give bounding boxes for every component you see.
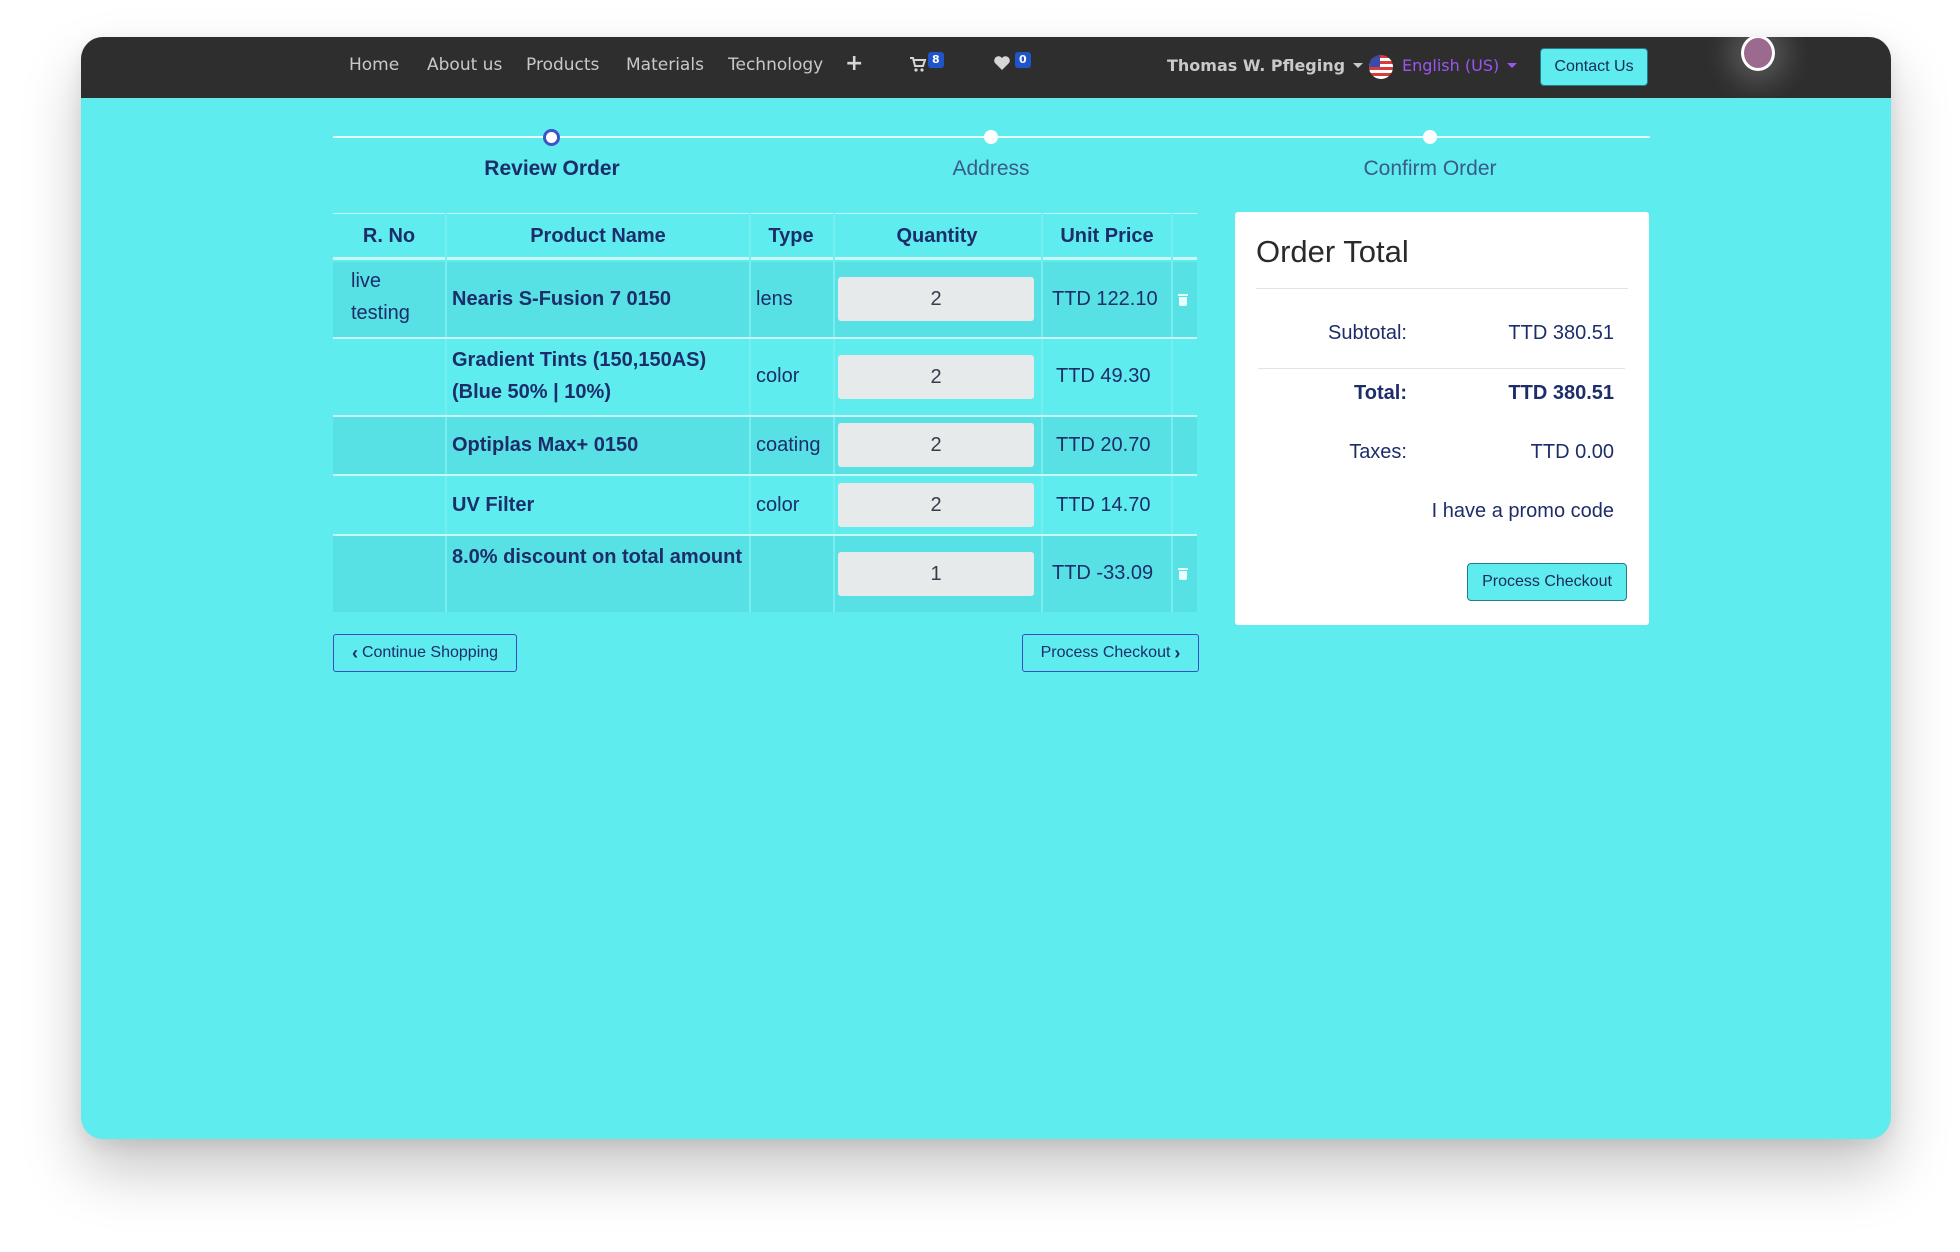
step-address: Address (952, 157, 1030, 180)
order-total-card: Order Total Subtotal: TTD 380.51 Total: … (1235, 212, 1649, 625)
quantity-input[interactable]: 1 (838, 552, 1034, 596)
quantity-input[interactable]: 2 (838, 423, 1034, 467)
subtotal-value: TTD 380.51 (1508, 322, 1614, 344)
heart-icon[interactable] (993, 55, 1011, 75)
header-r-no: R. No (362, 224, 416, 247)
card-divider (1258, 368, 1625, 369)
chevron-down-icon (1353, 63, 1364, 68)
table-header-rule (333, 257, 1197, 260)
order-total-title: Order Total (1256, 234, 1409, 269)
row-product-name: Gradient Tints (150,150AS) (Blue 50% | 1… (452, 349, 707, 403)
column-divider (445, 213, 447, 612)
user-name-label: Thomas W. Pfleging (1167, 56, 1346, 75)
chevron-left-icon: ‹ (351, 642, 358, 663)
step-review-order: Review Order (484, 157, 620, 180)
row-divider (333, 474, 1197, 476)
card-process-checkout-button[interactable]: Process Checkout (1467, 563, 1627, 601)
taxes-value: TTD 0.00 (1530, 441, 1614, 463)
continue-shopping-button[interactable]: ‹ Continue Shopping (333, 634, 517, 672)
app-window: Home About us Products Materials Technol… (81, 37, 1891, 1139)
contact-us-button[interactable]: Contact Us (1540, 48, 1648, 86)
plus-icon[interactable]: + (845, 51, 863, 76)
cart-count-badge: 8 (928, 52, 944, 68)
header-quantity: Quantity (896, 224, 978, 247)
row-unit-price: TTD 49.30 (1056, 365, 1151, 387)
language-label: English (US) (1402, 56, 1500, 75)
quantity-input[interactable]: 2 (838, 483, 1034, 527)
row-type: color (756, 494, 800, 516)
row-unit-price: TTD -33.09 (1052, 562, 1154, 584)
table-row: UV Filter color 2 TTD 14.70 (333, 476, 1197, 534)
row-divider (333, 337, 1197, 339)
header-unit-price: Unit Price (1060, 224, 1154, 247)
chevron-right-icon: › (1174, 642, 1181, 663)
column-divider (833, 213, 835, 612)
wishlist-count-badge: 0 (1015, 52, 1031, 68)
table-row: Gradient Tints (150,150AS) (Blue 50% | 1… (333, 339, 1197, 415)
row-unit-price: TTD 122.10 (1052, 288, 1158, 310)
table-row: live testing Nearis S-Fusion 7 0150 lens… (333, 262, 1197, 337)
nav-about-us[interactable]: About us (427, 55, 502, 75)
total-label: Total: (1354, 382, 1407, 404)
nav-home[interactable]: Home (349, 55, 399, 75)
nav-products[interactable]: Products (526, 55, 599, 75)
column-divider (749, 213, 751, 612)
row-divider (333, 415, 1197, 417)
header-product-name: Product Name (530, 224, 666, 247)
row-rno: live testing (351, 270, 410, 324)
row-type: color (756, 365, 800, 387)
step-dot-confirm (1423, 130, 1437, 144)
row-product-name: 8.0% discount on total amount (452, 546, 743, 568)
row-unit-price: TTD 14.70 (1056, 494, 1151, 516)
quantity-input[interactable]: 2 (838, 277, 1034, 321)
row-unit-price: TTD 20.70 (1056, 434, 1151, 456)
nav-technology[interactable]: Technology (728, 55, 823, 75)
user-menu[interactable]: Thomas W. Pfleging (1167, 56, 1364, 75)
nav-materials[interactable]: Materials (626, 55, 704, 75)
process-checkout-button[interactable]: Process Checkout › (1022, 634, 1199, 672)
row-type: coating (756, 434, 821, 456)
step-confirm-order: Confirm Order (1363, 157, 1497, 180)
table-row: Optiplas Max+ 0150 coating 2 TTD 20.70 (333, 417, 1197, 474)
column-divider (1041, 213, 1043, 612)
header-type: Type (768, 224, 814, 247)
process-checkout-label: Process Checkout (1040, 644, 1171, 661)
row-product-name: UV Filter (452, 494, 535, 516)
trash-icon[interactable] (1178, 294, 1188, 306)
row-product-name: Nearis S-Fusion 7 0150 (452, 288, 671, 310)
continue-shopping-label: Continue Shopping (361, 644, 499, 661)
quantity-input[interactable]: 2 (838, 355, 1034, 399)
row-product-name: Optiplas Max+ 0150 (452, 434, 639, 456)
column-divider (1171, 213, 1173, 612)
table-row: 8.0% discount on total amount 1 TTD -33.… (333, 536, 1197, 612)
language-selector[interactable]: English (US) (1402, 56, 1518, 75)
top-navbar: Home About us Products Materials Technol… (81, 37, 1891, 98)
cart-icon[interactable] (909, 55, 927, 77)
taxes-label: Taxes: (1349, 441, 1407, 463)
row-divider (333, 534, 1197, 536)
row-type: lens (756, 288, 793, 310)
trash-icon[interactable] (1178, 568, 1188, 580)
step-dot-review (543, 129, 560, 146)
subtotal-label: Subtotal: (1328, 322, 1407, 344)
total-value: TTD 380.51 (1508, 382, 1614, 404)
card-divider (1256, 288, 1628, 289)
us-flag-icon (1369, 55, 1393, 79)
chevron-down-icon (1507, 63, 1518, 68)
promo-code-link[interactable]: I have a promo code (1355, 500, 1614, 523)
step-dot-address (984, 130, 998, 144)
